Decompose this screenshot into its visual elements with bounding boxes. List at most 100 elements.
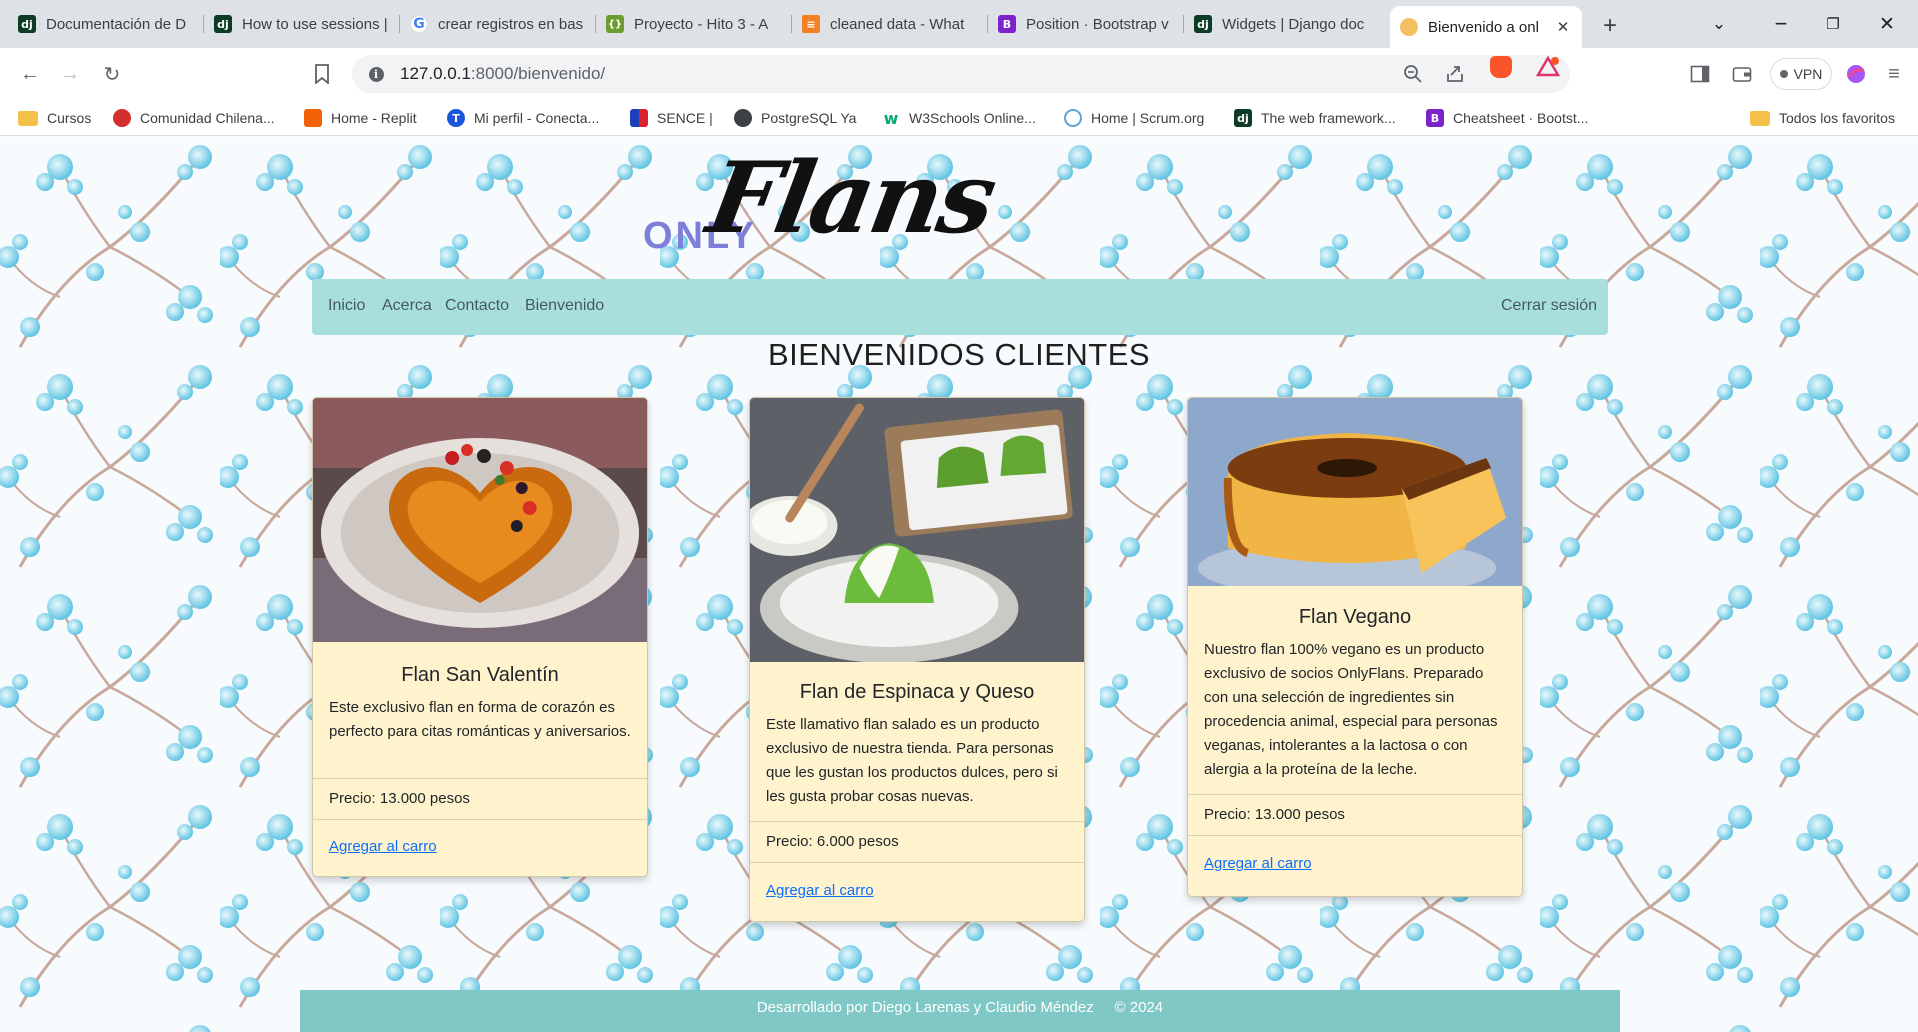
leo-ai-icon[interactable] [1840,58,1872,90]
tab-label: Widgets | Django doc [1222,15,1365,33]
wallet-icon[interactable] [1726,58,1758,90]
bookmark-label: Home - Replit [331,110,417,126]
product-card-espinaca-queso: Flan de Espinaca y Queso Este llamativo … [749,397,1085,922]
bookmark-scrum[interactable]: Home | Scrum.org [1064,106,1204,130]
menu-icon[interactable]: ≡ [1878,58,1910,90]
product-image-heart-flan [313,398,647,642]
bookmark-bootstrap-cheatsheet[interactable]: B Cheatsheet · Bootst... [1426,106,1588,130]
bookmark-mi-perfil[interactable]: T Mi perfil - Conecta... [447,106,599,130]
bookmark-sence[interactable]: SENCE | [630,106,713,130]
tab-bienvenido-active[interactable]: Bienvenido a onl ✕ [1390,6,1582,48]
tab-proyecto[interactable]: {} Proyecto - Hito 3 - A [596,6,792,42]
w3schools-icon: w [882,108,900,128]
add-to-cart-link[interactable]: Agregar al carro [329,838,437,855]
tab-label: Proyecto - Hito 3 - A [634,15,769,33]
vpn-label: VPN [1793,66,1823,82]
nav-inicio[interactable]: Inicio [328,297,365,315]
google-icon: G [410,15,428,33]
bookmark-w3schools[interactable]: w W3Schools Online... [882,106,1036,130]
product-card-san-valentin: Flan San Valentín Este exclusivo flan en… [312,397,648,877]
card-divider [1188,835,1522,836]
bookmark-cursos[interactable]: Cursos [18,106,91,130]
bookmark-postgresql[interactable]: PostgreSQL Ya [734,106,856,130]
bookmark-all-favorites[interactable]: Todos los favoritos [1750,106,1895,130]
card-divider [313,819,647,820]
bookmark-django[interactable]: dj The web framework... [1234,106,1396,130]
bookmarks-bar: Cursos Comunidad Chilena... Home - Repli… [0,100,1918,136]
close-window-button[interactable]: ✕ [1864,8,1910,40]
sidebar-toggle-icon[interactable] [1684,58,1716,90]
bookmark-label: Cursos [47,110,92,126]
bookmark-label: W3Schools Online... [909,110,1036,126]
brave-shields-icon[interactable] [1490,56,1512,78]
nav-acerca[interactable]: Acerca [382,297,432,315]
restore-button[interactable]: ❐ [1810,8,1856,40]
django-icon: dj [18,15,36,33]
url-text[interactable]: 127.0.0.1:8000/bienvenido/ [400,64,605,84]
reload-button[interactable]: ↻ [96,58,128,90]
brave-rewards-icon[interactable] [1535,55,1561,78]
address-bar[interactable]: i 127.0.0.1:8000/bienvenido/ [352,55,1570,93]
nav-bienvenido[interactable]: Bienvenido [525,297,604,315]
folder-icon [18,110,38,126]
close-tab-icon[interactable]: ✕ [1554,18,1572,36]
url-path: :8000/bienvenido/ [470,64,606,83]
tab-google-search[interactable]: G crear registros en bas [400,6,596,42]
vpn-button[interactable]: VPN [1770,58,1832,90]
add-to-cart-link[interactable]: Agregar al carro [766,882,874,899]
bookmark-label: PostgreSQL Ya [761,110,857,126]
product-description: Este llamativo flan salado es un product… [766,716,1058,805]
stackoverflow-icon: ≡ [802,15,820,33]
site-navbar: Inicio Acerca Contacto Bienvenido Cerrar… [312,279,1608,335]
tab-documentacion[interactable]: dj Documentación de D [8,6,204,42]
product-title: Flan Vegano [1298,606,1412,628]
product-image-vegan-flan [1188,398,1522,586]
bookmark-replit[interactable]: Home - Replit [304,106,417,130]
product-image-spinach-flan [750,398,1084,662]
product-description: Nuestro flan 100% vegano es un producto … [1204,641,1498,778]
product-title: Flan San Valentín [401,664,559,686]
tab-django-widgets[interactable]: dj Widgets | Django doc [1184,6,1380,42]
browser-toolbar: ← → ↻ i 127.0.0.1:8000/bienvenido/ VPN ≡ [0,48,1918,100]
django-icon: dj [1194,15,1212,33]
logout-link[interactable]: Cerrar sesión [1501,297,1597,315]
bookmark-label: Home | Scrum.org [1091,110,1205,126]
zoom-icon[interactable] [1402,63,1424,85]
onlyflans-logo[interactable]: ONLY Flans [640,141,1020,259]
bookmark-icon[interactable] [306,58,338,90]
tab-label: crear registros en bas [438,15,584,33]
bookmark-label: Cheatsheet · Bootst... [1453,110,1589,126]
globe-icon [734,109,752,127]
product-title: Flan de Espinaca y Queso [799,681,1035,703]
community-icon [113,109,131,127]
site-footer: Desarrollado por Diego Larenas y Claudio… [300,990,1620,1032]
nav-contacto[interactable]: Contacto [445,297,509,315]
tab-label: Documentación de D [46,15,187,33]
bookmark-comunidad-chilena[interactable]: Comunidad Chilena... [113,106,275,130]
replit-icon [304,109,322,127]
product-price: Precio: 13.000 pesos [329,790,470,807]
new-tab-button[interactable]: + [1596,12,1624,40]
forward-button[interactable]: → [54,58,86,90]
add-to-cart-link[interactable]: Agregar al carro [1204,855,1312,872]
back-button[interactable]: ← [14,58,46,90]
bookmark-label: Mi perfil - Conecta... [474,110,600,126]
folder-icon [1750,110,1770,126]
logo-flans-text: Flans [699,141,1002,256]
django-icon: dj [214,15,232,33]
sence-icon [630,109,648,127]
share-icon[interactable] [1444,63,1466,85]
site-info-icon[interactable]: i [366,64,386,84]
minimize-button[interactable]: − [1758,8,1804,40]
vpn-status-icon [1779,70,1788,78]
card-divider [313,778,647,779]
flan-icon [1400,18,1418,36]
tab-stackoverflow[interactable]: ≡ cleaned data - What [792,6,988,42]
tab-sessions[interactable]: dj How to use sessions | [204,6,400,42]
tab-bootstrap-position[interactable]: B Position · Bootstrap v [988,6,1184,42]
product-price: Precio: 13.000 pesos [1204,806,1345,823]
product-card-vegano: Flan Vegano Nuestro flan 100% vegano es … [1187,397,1523,897]
bootstrap-icon: B [998,15,1016,33]
tab-search-chevron-icon[interactable]: ⌄ [1696,8,1742,40]
url-host: 127.0.0.1 [400,64,471,83]
